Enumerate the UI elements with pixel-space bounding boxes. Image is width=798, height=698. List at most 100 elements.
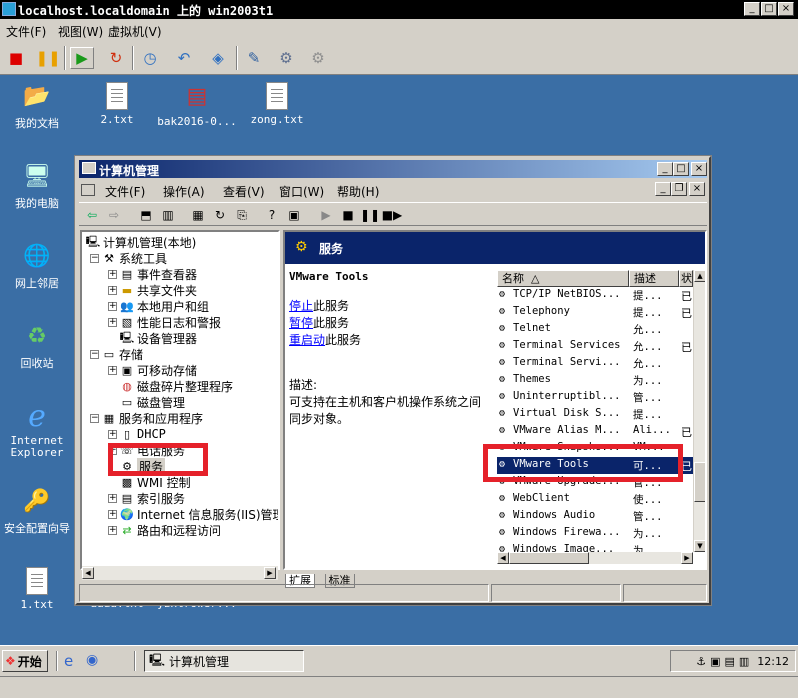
export-list-icon[interactable]: ⎘ [233,206,251,224]
maximize-button[interactable]: □ [761,2,777,16]
start-button[interactable]: ❖ 开始 [2,650,48,672]
desktop-quicklaunch-icon[interactable]: ◉ [86,652,98,668]
service-row[interactable]: ⚙ Terminal Services 允... 已 [497,338,693,355]
action-pane-icon[interactable]: ▣ [285,206,303,224]
collapse-icon[interactable]: − [90,349,99,359]
menu-vm[interactable]: 虚拟机(V) [108,23,162,40]
help-icon[interactable]: ? [263,206,281,224]
scroll-right-icon[interactable]: ▶ [264,567,276,579]
cm-menu-action[interactable]: 操作(A) [163,183,205,200]
tree-system-tools[interactable]: − ⚒ 系统工具 [90,250,167,266]
scroll-down-icon[interactable]: ▼ [694,540,705,552]
expand-icon[interactable]: + [108,509,117,519]
show-hide-tree-icon[interactable]: ▥ [159,206,177,224]
suspend-icon[interactable]: ❚❚ [35,47,60,69]
expand-icon[interactable]: + [108,301,117,311]
menu-file[interactable]: 文件(F) [6,23,46,40]
tree-local-users[interactable]: + 👥 本地用户和组 [108,298,209,314]
scroll-left-icon[interactable]: ◀ [82,567,94,579]
tree-shared-folders[interactable]: + ▬ 共享文件夹 [108,282,197,298]
ie-quicklaunch-icon[interactable]: e [64,652,73,670]
column-header-name[interactable]: 名称 △ [497,270,629,287]
desktop-icon-recycle-bin[interactable]: ♻ 回收站 [0,320,77,371]
expand-icon[interactable]: + [108,269,117,279]
tree-event-viewer[interactable]: + ▤ 事件查看器 [108,266,197,282]
tree-iis[interactable]: +🌍Internet 信息服务(IIS)管理器 [108,506,278,522]
restart-service-link[interactable]: 重启动 [289,333,325,347]
service-row[interactable]: ⚙ Windows Firewa... 为... [497,525,693,542]
pause-service-icon[interactable]: ❚❚ [360,206,380,224]
up-level-icon[interactable]: ⬒ [137,206,155,224]
service-row[interactable]: ⚙ Terminal Servi... 允... [497,355,693,372]
scroll-thumb[interactable] [694,462,705,502]
cm-close-button[interactable]: × [691,162,707,176]
power-on-icon[interactable]: ▶ [70,47,94,69]
menu-view[interactable]: 视图(W) [58,23,103,40]
column-header-status[interactable]: 状 [679,270,693,287]
refresh-icon[interactable]: ↻ [211,206,229,224]
taskbar-computer-management[interactable]: 🖳 计算机管理 [144,650,304,672]
cm-titlebar[interactable]: 计算机管理 _ □ × [79,160,707,178]
unity-icon[interactable]: ⚙ [306,47,330,69]
desktop-icon-bak[interactable]: ▤ bak2016-0... [157,80,237,129]
expand-icon[interactable]: + [108,317,117,327]
service-row[interactable]: ⚙ WebClient 使... [497,491,693,508]
tree-disk-management[interactable]: ▭ 磁盘管理 [120,394,185,410]
tree-device-manager[interactable]: 🖳 设备管理器 [120,330,197,346]
list-vertical-scrollbar[interactable]: ▲ ▼ [693,270,705,552]
close-button[interactable]: × [778,2,794,16]
list-horizontal-scrollbar[interactable]: ◀ ▶ [497,552,693,564]
snapshot-manager-icon[interactable]: ◈ [206,47,230,69]
column-header-description[interactable]: 描述 [629,270,679,287]
forward-arrow-icon[interactable]: ⇨ [105,206,123,224]
settings-icon[interactable]: ⚙ [274,47,298,69]
service-row[interactable]: ⚙ TCP/IP NetBIOS... 提... 已 [497,287,693,304]
service-row[interactable]: ⚙ VMware Alias M... Ali... 已 [497,423,693,440]
tree-removable-storage[interactable]: + ▣ 可移动存储 [108,362,197,378]
cm-menu-help[interactable]: 帮助(H) [337,183,379,200]
service-row[interactable]: ⚙ Telnet 允... [497,321,693,338]
cm-menu-window[interactable]: 窗口(W) [279,183,324,200]
hscroll-thumb[interactable] [509,552,589,564]
service-row[interactable]: ⚙ Themes 为... [497,372,693,389]
console-view-icon[interactable]: ✎ [242,47,266,69]
collapse-icon[interactable]: − [90,253,99,263]
cm-minimize-button[interactable]: _ [657,162,673,176]
expand-icon[interactable]: + [108,285,117,295]
stop-service-link[interactable]: 停止 [289,299,313,313]
expand-icon[interactable]: + [108,365,117,375]
service-row[interactable]: ⚙ Virtual Disk S... 提... [497,406,693,423]
minimize-button[interactable]: _ [744,2,760,16]
vm-tray-icon[interactable]: ▥ [739,655,749,668]
properties-icon[interactable]: ▦ [189,206,207,224]
desktop-icon-my-computer[interactable]: 🖥 我的电脑 [0,160,77,211]
start-service-icon[interactable]: ▶ [317,206,335,224]
service-row[interactable]: ⚙ Uninterruptibl... 管... [497,389,693,406]
scroll-right-icon[interactable]: ▶ [681,552,693,564]
tree-defrag[interactable]: ◍ 磁盘碎片整理程序 [120,378,233,394]
desktop-icon-security-wizard[interactable]: 🔑 安全配置向导 [0,485,77,536]
scroll-up-icon[interactable]: ▲ [694,270,705,282]
scroll-left-icon[interactable]: ◀ [497,552,509,564]
snapshot-icon[interactable]: ◷ [138,47,162,69]
tree-services-apps[interactable]: − ▦ 服务和应用程序 [90,410,203,426]
tree-wmi[interactable]: ▩ WMI 控制 [120,474,191,490]
tree-indexing[interactable]: + ▤ 索引服务 [108,490,185,506]
service-row[interactable]: ⚙ Windows Audio 管... [497,508,693,525]
reset-icon[interactable]: ↻ [104,47,128,69]
desktop-icon-2txt[interactable]: 2.txt [77,80,157,126]
expand-icon[interactable]: + [108,429,117,439]
stop-service-icon[interactable]: ■ [339,206,357,224]
service-row[interactable]: ⚙ Telephony 提... 已 [497,304,693,321]
tree-routing[interactable]: + ⇄ 路由和远程访问 [108,522,221,538]
cm-menu-file[interactable]: 文件(F) [105,183,145,200]
collapse-icon[interactable]: − [90,413,99,423]
cm-menu-view[interactable]: 查看(V) [223,183,265,200]
desktop-icon-1txt[interactable]: 1.txt [0,565,77,611]
desktop-icon-zongtxt[interactable]: zong.txt [237,80,317,126]
power-off-icon[interactable]: ■ [4,47,28,69]
cm-maximize-button[interactable]: □ [673,162,689,176]
network-tray-icon[interactable]: ⚓ [696,655,706,668]
child-close-button[interactable]: × [689,182,705,196]
tree-dhcp[interactable]: + ▯ DHCP [108,426,166,442]
